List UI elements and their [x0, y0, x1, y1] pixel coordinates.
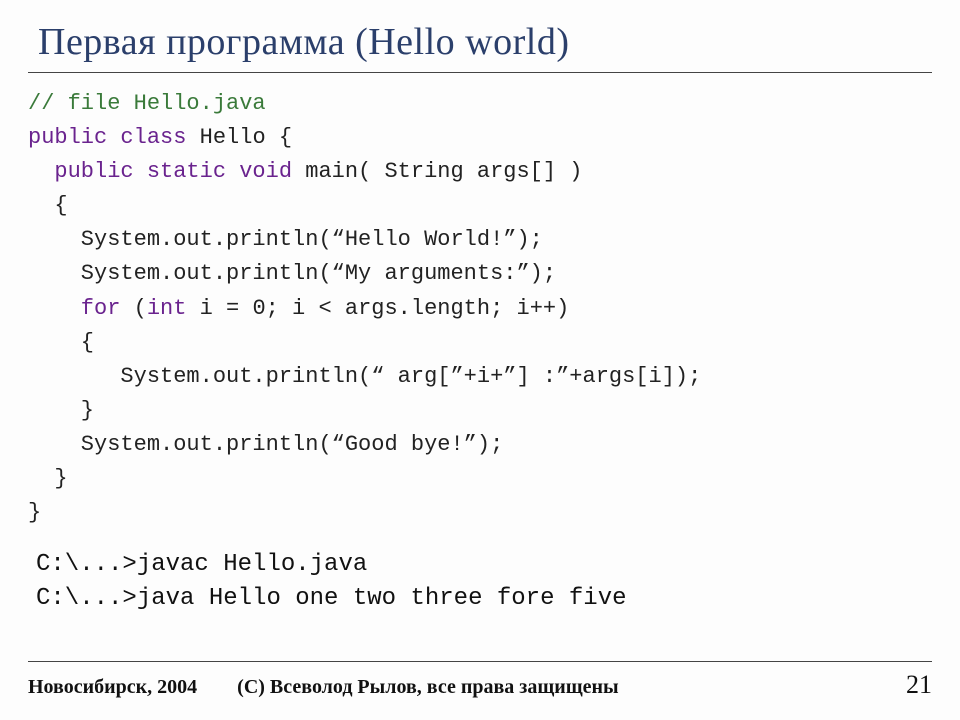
code-text: System.out.println(“Good bye!”); [28, 432, 503, 457]
shell-block: C:\...>javac Hello.java C:\...>java Hell… [36, 548, 932, 615]
title-rule [28, 72, 932, 73]
kw-public-class: public class [28, 125, 186, 150]
code-comment: // file Hello.java [28, 91, 266, 116]
footer-location: Новосибирск, 2004 [28, 676, 197, 699]
kw-int: int [147, 296, 187, 321]
code-text: Hello { [186, 125, 292, 150]
code-text: } [28, 500, 41, 525]
code-text: { [28, 193, 68, 218]
page-number: 21 [906, 670, 932, 700]
shell-line: C:\...>javac Hello.java [36, 551, 367, 578]
slide-title: Первая программа (Hello world) [38, 20, 932, 64]
footer: Новосибирск, 2004 (С) Всеволод Рылов, вс… [28, 661, 932, 700]
code-text: System.out.println(“My arguments:”); [28, 261, 556, 286]
code-text: System.out.println(“ arg[”+i+”] :”+args[… [28, 364, 701, 389]
code-text: { [28, 330, 94, 355]
footer-row: Новосибирск, 2004 (С) Всеволод Рылов, вс… [28, 670, 932, 700]
code-text: } [28, 398, 94, 423]
footer-copyright: (С) Всеволод Рылов, все права защищены [237, 676, 906, 699]
kw-for: for [28, 296, 120, 321]
footer-rule [28, 661, 932, 662]
code-text: ( [120, 296, 146, 321]
code-text: } [28, 466, 68, 491]
kw-public-static-void: public static void [28, 159, 292, 184]
slide: Первая программа (Hello world) // file H… [0, 0, 960, 720]
code-block: // file Hello.java public class Hello { … [28, 87, 932, 530]
code-text: System.out.println(“Hello World!”); [28, 227, 543, 252]
code-text: main( String args[] ) [292, 159, 582, 184]
code-text: i = 0; i < args.length; i++) [186, 296, 569, 321]
shell-line: C:\...>java Hello one two three fore fiv… [36, 585, 627, 612]
